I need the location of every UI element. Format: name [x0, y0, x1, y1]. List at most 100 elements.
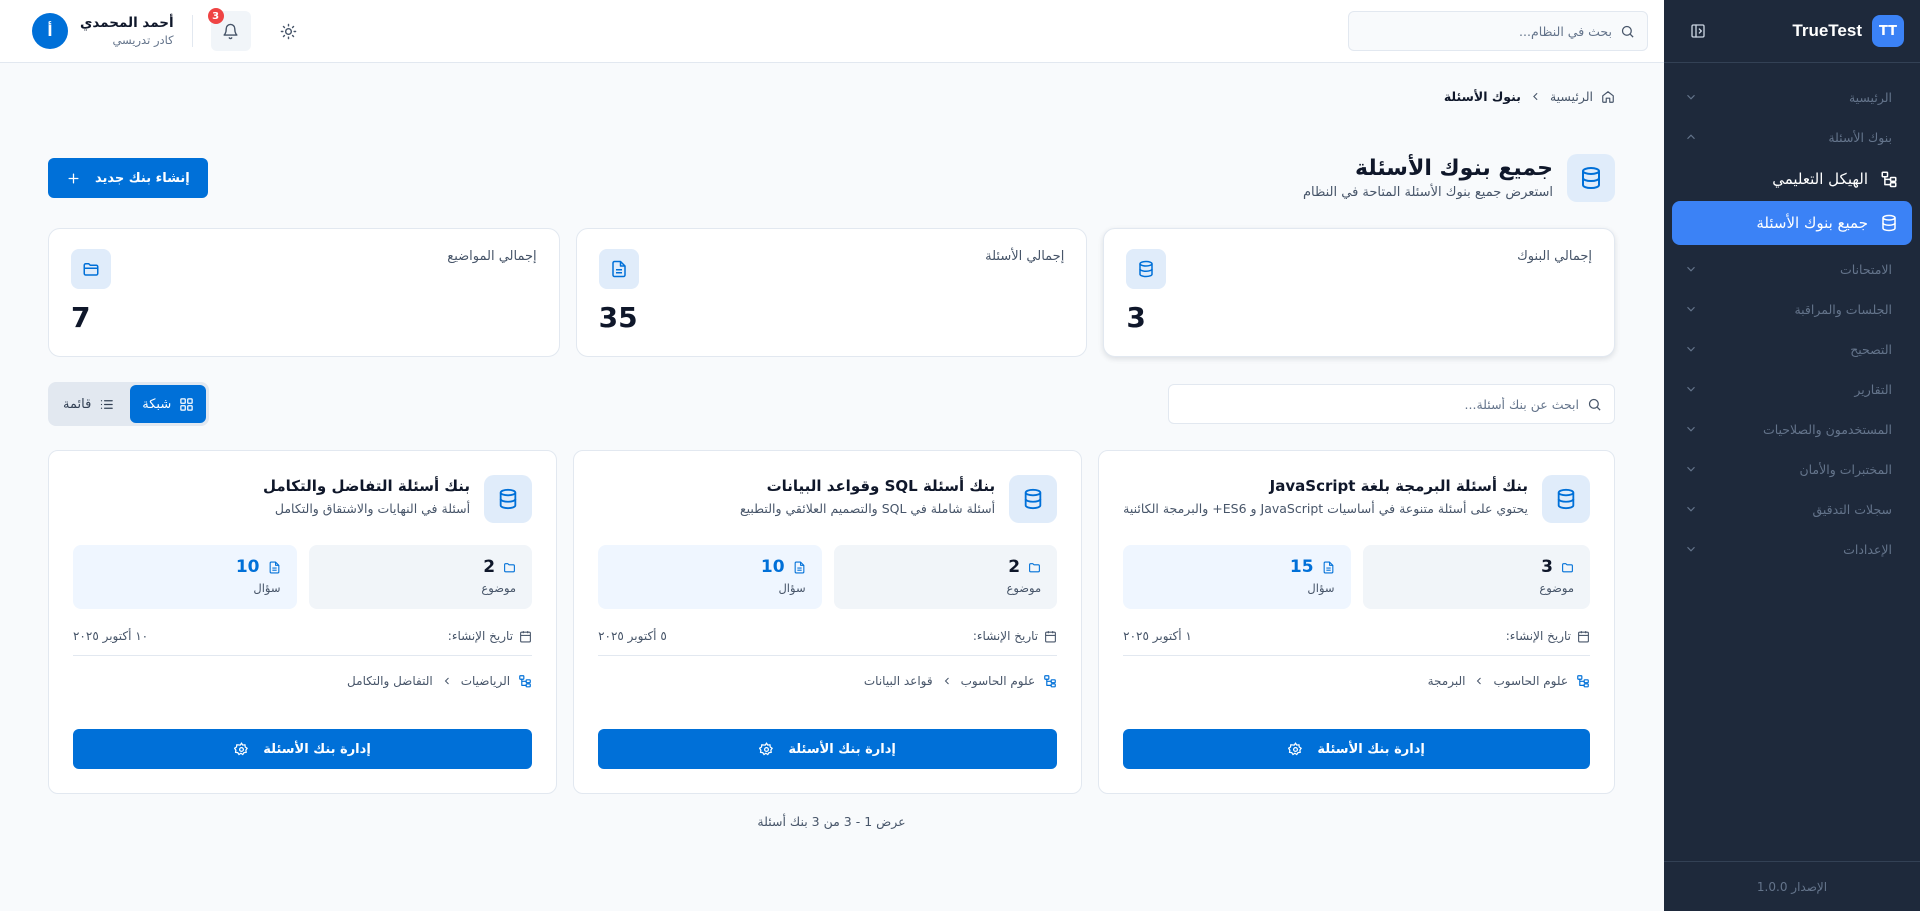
calendar-icon	[1578, 630, 1589, 642]
sidebar-item-settings[interactable]: الإعدادات	[1664, 529, 1920, 569]
brand-link[interactable]: TT TrueTest	[1792, 15, 1904, 47]
stat-icon-wrap	[598, 249, 639, 289]
sidebar-item-labs-security[interactable]: المختبرات والأمان	[1664, 449, 1920, 489]
chevron-down-icon	[1687, 94, 1695, 100]
filter-row: شبكة قائمة	[48, 382, 1615, 426]
user-role: كادر تدريسي	[112, 33, 174, 47]
chevron-down-icon	[1687, 546, 1695, 552]
user-menu[interactable]: أحمد المحمدي كادر تدريسي أ	[32, 13, 174, 49]
calendar-icon	[520, 630, 531, 642]
sidebar-item-audit-logs[interactable]: سجلات التدقيق	[1664, 489, 1920, 529]
bank-card[interactable]: بنك أسئلة البرمجة بلغة JavaScript يحتوي …	[1098, 450, 1615, 794]
chevron-left-icon	[1477, 677, 1482, 685]
sidebar-item-question-banks[interactable]: بنوك الأسئلة	[1664, 117, 1920, 157]
search-icon	[1621, 25, 1634, 38]
bank-cards: بنك أسئلة البرمجة بلغة JavaScript يحتوي …	[47, 450, 1615, 794]
stat-value: 7	[70, 301, 91, 334]
card-created-label: تاريخ الإنشاء:	[447, 629, 514, 643]
create-bank-button[interactable]: إنشاء بنك جديد	[48, 158, 208, 198]
sidebar-item-reports[interactable]: التقارير	[1664, 369, 1920, 409]
manage-bank-button[interactable]: إدارة بنك الأسئلة	[72, 729, 533, 769]
manage-bank-button[interactable]: إدارة بنك الأسئلة	[1123, 729, 1590, 769]
brand-name: TrueTest	[1792, 21, 1862, 40]
bank-card[interactable]: بنك أسئلة SQL وقواعد البيانات أسئلة شامل…	[573, 450, 1083, 794]
theme-toggle-button[interactable]	[269, 11, 309, 51]
bank-search-input[interactable]	[1181, 396, 1579, 412]
folder-icon	[83, 263, 99, 276]
page-subtitle: استعرض جميع بنوك الأسئلة المتاحة في النظ…	[1302, 185, 1553, 200]
page-title: جميع بنوك الأسئلة	[1355, 156, 1553, 181]
view-grid-label: شبكة	[142, 396, 172, 412]
card-path: الرياضيات التفاضل والتكامل	[73, 674, 532, 688]
card-meta: تاريخ الإنشاء: ١ أكتوبر ٢٠٢٥	[1123, 629, 1590, 656]
sidebar-brand: TT TrueTest	[1664, 0, 1920, 63]
bank-card[interactable]: بنك أسئلة التفاضل والتكامل أسئلة في النه…	[47, 450, 558, 794]
sidebar-item-users[interactable]: المستخدمون والصلاحيات	[1664, 409, 1920, 449]
document-icon	[794, 561, 804, 573]
card-header: بنك أسئلة التفاضل والتكامل أسئلة في النه…	[73, 475, 533, 523]
document-icon	[269, 561, 279, 573]
sidebar-item-grading[interactable]: التصحيح	[1664, 329, 1920, 369]
stat-label: إجمالي البنوك	[1517, 249, 1592, 264]
breadcrumb-current: بنوك الأسئلة	[1443, 89, 1521, 104]
card-description: أسئلة في النهايات والاشتقاق والتكامل	[274, 501, 471, 516]
card-questions-value: 10	[235, 557, 260, 577]
breadcrumb-home-link[interactable]: الرئيسية	[1550, 89, 1593, 104]
stat-icon-wrap	[70, 249, 111, 289]
chevron-left-icon	[444, 677, 449, 685]
card-topics-label: موضوع	[481, 581, 517, 595]
card-questions-value: 15	[1289, 557, 1314, 577]
chevron-left-icon	[944, 677, 949, 685]
notifications-button[interactable]: 3	[207, 8, 251, 51]
sidebar-item-label: المختبرات والأمان	[1799, 461, 1892, 477]
card-questions-label: سؤال	[1307, 581, 1335, 595]
database-icon	[1139, 260, 1154, 278]
stat-card-total-topics: إجمالي المواضيع 7	[47, 228, 560, 357]
stat-card-total-banks: إجمالي البنوك 3	[1103, 228, 1615, 357]
card-questions-stat: 10 سؤال	[598, 545, 822, 609]
manage-bank-button[interactable]: إدارة بنك الأسئلة	[598, 729, 1058, 769]
sidebar: TT TrueTest الرئيسية بنوك الأسئلة الهيكل…	[1664, 0, 1920, 911]
sidebar-collapse-button[interactable]	[1684, 17, 1712, 45]
sidebar-item-label: المستخدمون والصلاحيات	[1762, 421, 1892, 437]
view-list-label: قائمة	[63, 396, 92, 412]
card-path-child: التفاضل والتكامل	[347, 674, 433, 688]
sidebar-subitem-educational-structure[interactable]: الهيكل التعليمي	[1672, 157, 1912, 201]
gear-icon	[1288, 741, 1303, 755]
card-path-parent: الرياضيات	[460, 674, 511, 688]
sidebar-item-exams[interactable]: الامتحانات	[1664, 249, 1920, 289]
card-path: علوم الحاسوب البرمجة	[1123, 674, 1590, 688]
global-search-input[interactable]	[1361, 23, 1612, 39]
stat-label: إجمالي الأسئلة	[985, 249, 1065, 264]
breadcrumb: الرئيسية بنوك الأسئلة	[1444, 89, 1615, 104]
card-title[interactable]: بنك أسئلة SQL وقواعد البيانات	[740, 477, 996, 495]
card-title[interactable]: بنك أسئلة التفاضل والتكامل	[263, 477, 470, 495]
grid-icon	[180, 397, 193, 411]
card-questions-stat: 10 سؤال	[72, 545, 297, 609]
view-list-button[interactable]: قائمة	[51, 385, 126, 423]
card-created-label: تاريخ الإنشاء:	[972, 629, 1039, 643]
sidebar-collapse-icon	[1691, 24, 1705, 38]
database-icon	[1024, 488, 1042, 510]
manage-bank-label: إدارة بنك الأسئلة	[1317, 741, 1425, 757]
card-stats: 3 موضوع 15 سؤال	[1123, 545, 1590, 609]
sidebar-item-home[interactable]: الرئيسية	[1664, 77, 1920, 117]
chevron-down-icon	[1687, 466, 1695, 472]
plus-icon	[68, 173, 79, 183]
hierarchy-icon	[1044, 675, 1056, 688]
card-title[interactable]: بنك أسئلة البرمجة بلغة JavaScript	[1123, 477, 1528, 495]
sidebar-item-label: الامتحانات	[1839, 261, 1892, 277]
chevron-left-icon	[1533, 92, 1538, 101]
card-topics-value: 2	[483, 557, 496, 577]
user-name: أحمد المحمدي	[80, 15, 174, 31]
stat-card-total-questions: إجمالي الأسئلة 35	[575, 228, 1088, 357]
chevron-down-icon	[1687, 386, 1695, 392]
sidebar-subitem-all-question-banks[interactable]: جميع بنوك الأسئلة	[1672, 201, 1912, 245]
sidebar-item-sessions[interactable]: الجلسات والمراقبة	[1664, 289, 1920, 329]
calendar-icon	[1045, 630, 1057, 642]
view-toggle: شبكة قائمة	[48, 382, 210, 426]
chevron-down-icon	[1687, 506, 1695, 512]
view-grid-button[interactable]: شبكة	[130, 385, 207, 423]
chevron-down-icon	[1687, 266, 1695, 272]
folder-icon	[504, 562, 515, 572]
